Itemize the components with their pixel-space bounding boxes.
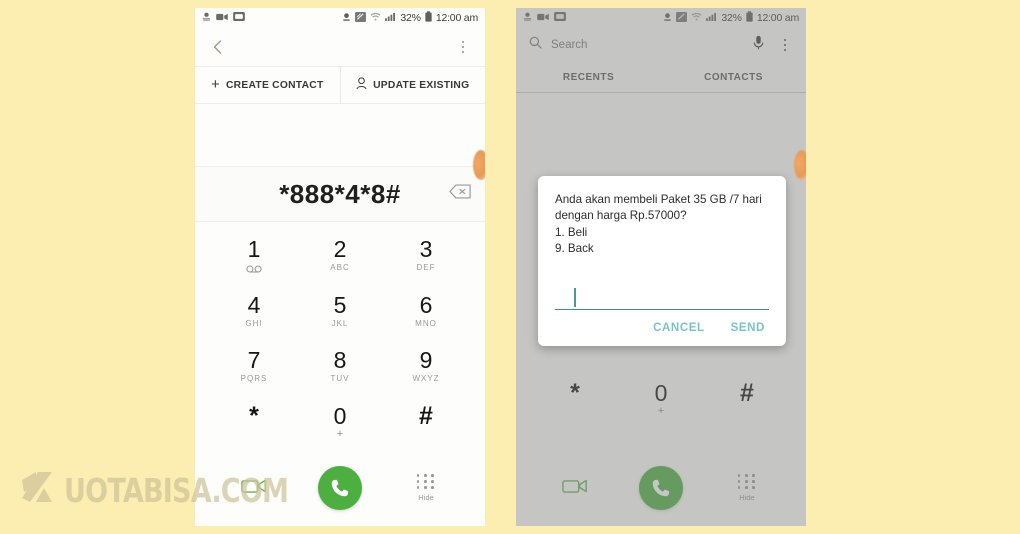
wifi-icon	[370, 12, 381, 24]
update-existing-button[interactable]: UPDATE EXISTING	[339, 67, 486, 103]
key-9-digit: 9	[419, 347, 433, 374]
dialed-number-bar: *888*4*8#	[195, 167, 485, 222]
finger-edge	[473, 150, 485, 180]
status-system-icons: 32% 12:00 am	[342, 11, 478, 25]
key-hash[interactable]: #	[383, 395, 469, 451]
call-button[interactable]	[297, 450, 383, 526]
alarm-icon	[202, 12, 211, 25]
battery-icon	[425, 11, 432, 25]
dialpad: 1 2 ABC 3 DEF 4 GHI 5 JKL 6 MNO 7 PQRS 8…	[195, 222, 485, 526]
keypad-dots-icon	[416, 474, 435, 489]
ussd-input-wrapper	[555, 258, 769, 310]
key-2[interactable]: 2 ABC	[297, 228, 383, 284]
key-6[interactable]: 6 MNO	[383, 284, 469, 340]
key-6-letters: MNO	[415, 318, 437, 328]
key-6-digit: 6	[419, 291, 433, 318]
hide-label: Hide	[418, 492, 434, 502]
key-8[interactable]: 8 TUV	[297, 339, 383, 395]
video-icon	[216, 12, 228, 24]
key-8-digit: 8	[333, 347, 347, 374]
key-4-digit: 4	[247, 291, 261, 318]
screen-record-icon	[233, 12, 245, 24]
contact-suggestion-area	[195, 104, 485, 167]
key-9[interactable]: 9 WXYZ	[383, 339, 469, 395]
status-notification-icons	[202, 12, 245, 25]
key-star[interactable]: *	[211, 395, 297, 451]
key-2-letters: ABC	[330, 263, 350, 273]
key-0-digit: 0	[333, 402, 347, 429]
plus-icon: +	[210, 76, 220, 93]
key-3-letters: DEF	[416, 263, 436, 273]
voicemail-icon	[246, 264, 262, 273]
key-star-digit: *	[249, 401, 259, 430]
send-button[interactable]: SEND	[731, 322, 765, 334]
ussd-reply-input[interactable]	[555, 283, 769, 310]
signal-icon	[385, 12, 396, 24]
contact-actions-row: + CREATE CONTACT UPDATE EXISTING	[195, 66, 485, 104]
hide-keypad-button[interactable]: Hide	[383, 450, 469, 526]
right-phone-screen: 32% 12:00 am Search RECENTS CONTACTS * 0…	[516, 8, 806, 526]
person-icon	[356, 77, 367, 93]
key-3[interactable]: 3 DEF	[383, 228, 469, 284]
key-7-digit: 7	[247, 347, 261, 374]
chevron-left-icon[interactable]	[209, 38, 227, 56]
key-7[interactable]: 7 PQRS	[211, 339, 297, 395]
update-existing-label: UPDATE EXISTING	[373, 79, 470, 91]
left-app-bar	[195, 28, 485, 66]
text-caret	[574, 287, 576, 307]
alarm-clock-icon	[342, 12, 351, 25]
call-button-circle[interactable]	[318, 466, 362, 510]
ussd-dialog-actions: CANCEL SEND	[555, 310, 769, 338]
key-4[interactable]: 4 GHI	[211, 284, 297, 340]
ussd-dialog: Anda akan membeli Paket 35 GB /7 hari de…	[538, 176, 786, 346]
battery-percent: 32%	[400, 12, 421, 24]
key-5-letters: JKL	[331, 318, 349, 328]
nfc-icon	[355, 11, 367, 25]
video-call-icon	[241, 477, 267, 500]
right-phone-screenshot: 32% 12:00 am Search RECENTS CONTACTS * 0…	[516, 8, 806, 526]
key-7-letters: PQRS	[240, 374, 268, 384]
left-phone-screenshot: 32% 12:00 am + CREATE CONTACT UPDATE EXI…	[195, 8, 485, 526]
create-contact-button[interactable]: + CREATE CONTACT	[195, 67, 340, 103]
key-8-letters: TUV	[330, 374, 350, 384]
kebab-menu-icon[interactable]	[455, 38, 471, 56]
key-4-letters: GHI	[245, 318, 263, 328]
cancel-button[interactable]: CANCEL	[653, 322, 705, 334]
key-0-plus: +	[336, 427, 344, 440]
key-1-digit: 1	[247, 236, 261, 263]
backspace-icon[interactable]	[449, 184, 471, 204]
key-5[interactable]: 5 JKL	[297, 284, 383, 340]
create-contact-label: CREATE CONTACT	[226, 79, 324, 91]
key-0[interactable]: 0 +	[297, 395, 383, 451]
key-2-digit: 2	[333, 236, 347, 263]
left-phone-screen: 32% 12:00 am + CREATE CONTACT UPDATE EXI…	[195, 8, 485, 526]
finger-edge	[794, 150, 806, 180]
dialed-number[interactable]: *888*4*8#	[279, 179, 401, 210]
status-time: 12:00 am	[435, 12, 478, 24]
key-5-digit: 5	[333, 291, 347, 318]
left-status-bar: 32% 12:00 am	[195, 8, 485, 28]
video-call-button[interactable]	[211, 450, 297, 526]
key-9-letters: WXYZ	[412, 374, 440, 384]
key-hash-digit: #	[419, 401, 433, 430]
watermark-logo-icon	[18, 468, 62, 512]
key-1[interactable]: 1	[211, 228, 297, 284]
ussd-message: Anda akan membeli Paket 35 GB /7 hari de…	[555, 193, 762, 256]
key-3-digit: 3	[419, 236, 433, 263]
